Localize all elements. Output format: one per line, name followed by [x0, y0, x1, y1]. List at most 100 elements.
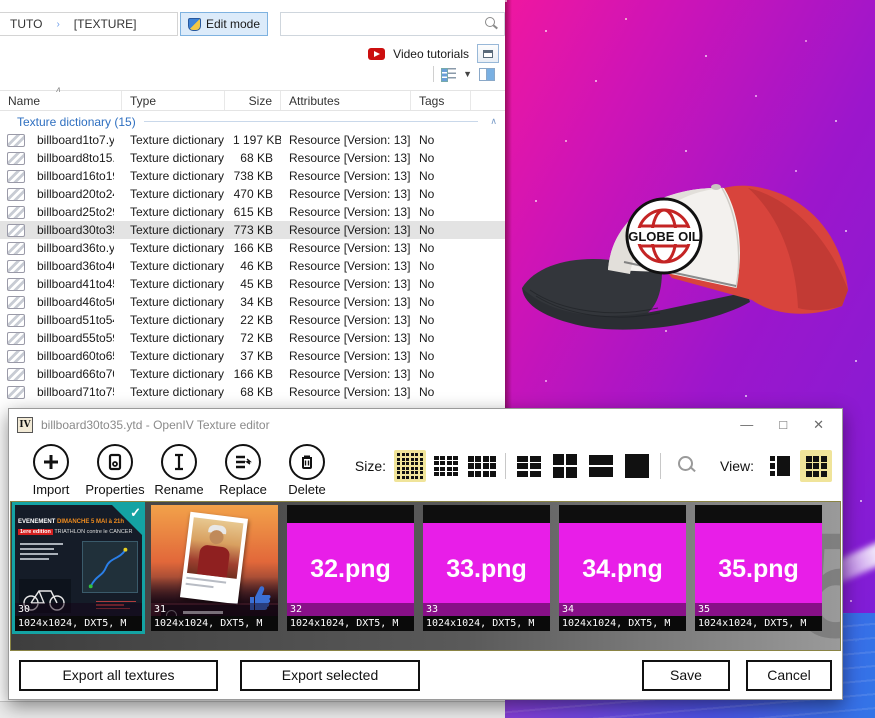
table-row[interactable]: billboard16to19.ytd Texture dictionary 7…: [0, 167, 505, 185]
file-name: billboard66to70.ytd: [29, 367, 114, 381]
file-attributes: Resource [Version: 13];: [281, 295, 411, 309]
texture-dictionary-file-icon: [7, 170, 25, 183]
texture-tile-32[interactable]: 32.png 32 1024x1024, DXT5, M: [287, 505, 414, 631]
texture-dictionary-file-icon: [7, 242, 25, 255]
export-selected-button[interactable]: Export selected: [240, 660, 420, 691]
placeholder-filename: 35.png: [718, 555, 799, 584]
file-size: 615 KB: [225, 205, 281, 219]
texture-dictionary-file-icon: [7, 152, 25, 165]
group-header-label[interactable]: Texture dictionary (15): [17, 115, 136, 129]
file-size: 46 KB: [225, 259, 281, 273]
file-attributes: Resource [Version: 13];: [281, 205, 411, 219]
zoom-search-icon[interactable]: [672, 451, 702, 481]
column-header-attributes[interactable]: Attributes: [281, 91, 411, 110]
table-row[interactable]: billboard55to59.ytd Texture dictionary 7…: [0, 329, 505, 347]
thumb-size-4-button[interactable]: [513, 450, 545, 482]
thumb-size-7-button[interactable]: [621, 450, 653, 482]
cancel-button[interactable]: Cancel: [746, 660, 832, 691]
table-row[interactable]: billboard36to.ytd Texture dictionary 166…: [0, 239, 505, 257]
file-type: Texture dictionary: [122, 295, 225, 309]
table-row[interactable]: billboard1to7.ytd Texture dictionary 1 1…: [0, 131, 505, 149]
table-row[interactable]: billboard8to15.ytd Texture dictionary 68…: [0, 149, 505, 167]
save-button[interactable]: Save: [642, 660, 730, 691]
table-row[interactable]: billboard66to70.ytd Texture dictionary 1…: [0, 365, 505, 383]
search-icon[interactable]: [482, 15, 500, 33]
group-header[interactable]: Texture dictionary (15) ∧: [0, 113, 505, 130]
column-header-name[interactable]: ∧Name: [0, 91, 122, 110]
delete-button[interactable]: Delete: [275, 444, 339, 497]
search-input[interactable]: [281, 13, 482, 35]
import-button[interactable]: Import: [19, 444, 83, 497]
export-all-textures-button[interactable]: Export all textures: [19, 660, 218, 691]
file-size: 166 KB: [225, 241, 281, 255]
texture-dictionary-file-icon: [7, 134, 25, 147]
thumb-size-1-button[interactable]: [394, 450, 426, 482]
file-type: Texture dictionary: [122, 349, 225, 363]
maximize-button[interactable]: □: [779, 417, 787, 433]
texture-tile-33[interactable]: 33.png 33 1024x1024, DXT5, M: [423, 505, 550, 631]
file-attributes: Resource [Version: 13];: [281, 313, 411, 327]
file-name: billboard55to59.ytd: [29, 331, 114, 345]
file-type: Texture dictionary: [122, 223, 225, 237]
dialog-title-bar[interactable]: IV billboard30to35.ytd - OpenIV Texture …: [9, 409, 842, 440]
table-row[interactable]: billboard60to65.ytd Texture dictionary 3…: [0, 347, 505, 365]
breadcrumb-current[interactable]: [TEXTURE]: [74, 17, 137, 31]
address-toolbar: TUTO › [TEXTURE] Edit mode: [0, 12, 505, 36]
file-list: billboard1to7.ytd Texture dictionary 1 1…: [0, 131, 505, 401]
file-type: Texture dictionary: [122, 241, 225, 255]
table-row[interactable]: billboard51to54.ytd Texture dictionary 2…: [0, 311, 505, 329]
view-grid-button[interactable]: [800, 450, 832, 482]
rename-button[interactable]: Rename: [147, 444, 211, 497]
file-tags: No: [411, 133, 471, 147]
placeholder-filename: 34.png: [582, 555, 663, 584]
close-button[interactable]: ✕: [813, 417, 824, 433]
file-attributes: Resource [Version: 13];: [281, 367, 411, 381]
table-row[interactable]: billboard20to24.ytd Texture dictionary 4…: [0, 185, 505, 203]
column-header-size[interactable]: Size: [225, 91, 281, 110]
size-controls: Size:: [355, 444, 832, 482]
column-header-tags[interactable]: Tags: [411, 91, 471, 110]
breadcrumb-root[interactable]: TUTO: [10, 17, 42, 31]
breadcrumb[interactable]: TUTO › [TEXTURE]: [0, 12, 178, 36]
table-row[interactable]: billboard46to50.ytd Texture dictionary 3…: [0, 293, 505, 311]
texture-tile-35[interactable]: 35.png 35 1024x1024, DXT5, M: [695, 505, 822, 631]
file-size: 166 KB: [225, 367, 281, 381]
minimize-button[interactable]: —: [740, 417, 753, 433]
preview-pane-icon[interactable]: [479, 68, 495, 81]
details-view-icon[interactable]: [441, 67, 456, 81]
status-bar: [0, 701, 505, 718]
properties-button[interactable]: Properties: [83, 444, 147, 497]
column-header-type[interactable]: Type: [122, 91, 225, 110]
file-name: billboard20to24.ytd: [29, 187, 114, 201]
file-attributes: Resource [Version: 13];: [281, 277, 411, 291]
edit-mode-button[interactable]: Edit mode: [180, 12, 268, 36]
table-row[interactable]: billboard25to29.ytd Texture dictionary 6…: [0, 203, 505, 221]
texture-name: 35: [695, 603, 822, 616]
search-box[interactable]: [280, 12, 505, 36]
file-attributes: Resource [Version: 13];: [281, 133, 411, 147]
replace-button[interactable]: Replace: [211, 444, 275, 497]
thumb-size-5-button[interactable]: [549, 450, 581, 482]
collapse-group-icon[interactable]: ∧: [490, 116, 505, 127]
table-row[interactable]: billboard71to75.ytd Texture dictionary 6…: [0, 383, 505, 401]
thumb-size-3-button[interactable]: [466, 450, 498, 482]
table-row[interactable]: billboard30to35.ytd Texture dictionary 7…: [0, 221, 505, 239]
video-tutorials-link[interactable]: Video tutorials: [393, 47, 469, 61]
texture-tile-31[interactable]: 31 1024x1024, DXT5, M: [151, 505, 278, 631]
file-type: Texture dictionary: [122, 367, 225, 381]
table-row[interactable]: billboard36to40.ytd Texture dictionary 4…: [0, 257, 505, 275]
texture-tile-34[interactable]: 34.png 34 1024x1024, DXT5, M: [559, 505, 686, 631]
file-tags: No: [411, 205, 471, 219]
popout-window-button[interactable]: [477, 44, 499, 63]
view-list-button[interactable]: [764, 450, 796, 482]
table-row[interactable]: billboard41to45.ytd Texture dictionary 4…: [0, 275, 505, 293]
placeholder-filename: 32.png: [310, 555, 391, 584]
thumb-size-2-button[interactable]: [430, 450, 462, 482]
youtube-icon: [368, 48, 385, 60]
file-attributes: Resource [Version: 13];: [281, 151, 411, 165]
thumb-size-6-button[interactable]: [585, 450, 617, 482]
texture-name: 33: [423, 603, 550, 616]
texture-tile-30[interactable]: EVENEMENT DIMANCHE 5 MAI à 21h 1ere edit…: [15, 505, 142, 631]
file-size: 470 KB: [225, 187, 281, 201]
view-dropdown-caret-icon[interactable]: ▼: [463, 69, 472, 79]
